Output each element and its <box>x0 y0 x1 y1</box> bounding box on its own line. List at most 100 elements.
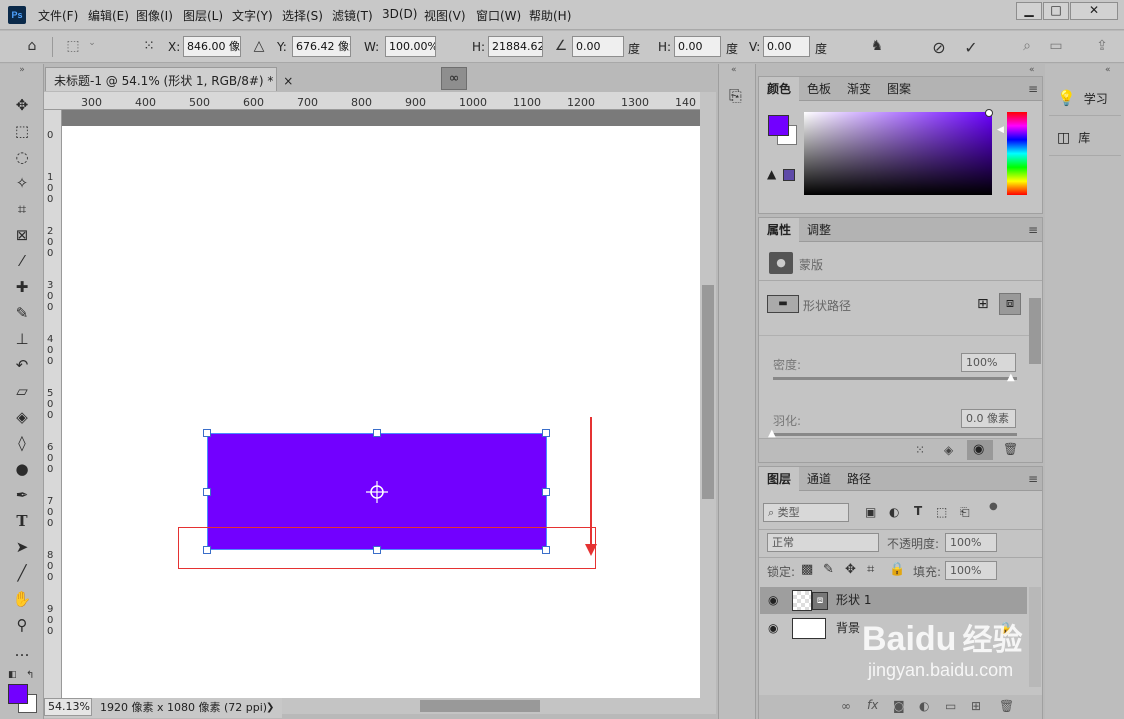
tab-properties[interactable]: 属性 <box>759 218 800 242</box>
learn-panel-button[interactable]: 💡 学习 <box>1049 80 1121 116</box>
default-colors-icon[interactable]: ◧ <box>8 670 17 680</box>
move-tool-icon[interactable]: ✥ <box>6 93 38 117</box>
eyedropper-tool-icon[interactable]: ⁄ <box>6 249 38 273</box>
transform-handle[interactable] <box>203 488 211 496</box>
tab-channels[interactable]: 通道 <box>799 467 839 491</box>
lasso-tool-icon[interactable]: ◌ <box>6 145 38 169</box>
menu-layer[interactable]: 图层(L) <box>183 7 223 24</box>
tab-patterns[interactable]: 图案 <box>879 77 919 101</box>
layer-filter-select[interactable]: ⌕ 类型 <box>763 503 849 522</box>
swap-colors-icon[interactable]: ↰ <box>26 670 34 681</box>
minimize-button[interactable]: ▁ <box>1016 2 1042 20</box>
blend-mode-select[interactable]: 正常 <box>767 533 879 552</box>
foreground-color-swatch[interactable] <box>768 115 789 136</box>
collapse-icon[interactable]: « <box>1105 65 1111 75</box>
menu-edit[interactable]: 编辑(E) <box>88 7 129 24</box>
eye-icon[interactable]: ◉ <box>768 615 778 642</box>
tab-swatches[interactable]: 色板 <box>799 77 839 101</box>
shape-path-icon[interactable]: ▬ <box>767 295 799 313</box>
panel-menu-icon[interactable]: ≡ <box>1028 472 1038 486</box>
delete-layer-icon[interactable]: 🗑 <box>999 699 1014 713</box>
menu-image[interactable]: 图像(I) <box>136 7 173 24</box>
collapse-icon[interactable]: » <box>6 64 38 76</box>
commit-transform-icon[interactable]: ✓ <box>960 38 982 57</box>
paint-bucket-tool-icon[interactable]: ◈ <box>6 405 38 429</box>
new-layer-icon[interactable]: ⊞ <box>971 699 981 713</box>
lock-transparent-icon[interactable]: ▩ <box>801 562 813 577</box>
menu-file[interactable]: 文件(F) <box>38 7 78 24</box>
link-layers-icon[interactable]: ∞ <box>841 699 851 713</box>
shape-filter-icon[interactable]: ⬚ <box>936 505 947 519</box>
color-field[interactable] <box>804 112 992 195</box>
share-icon[interactable]: ⇪ <box>1092 38 1112 54</box>
tab-layers[interactable]: 图层 <box>759 467 800 491</box>
reference-point-grid-icon[interactable]: ⁙ <box>138 38 160 54</box>
path-selection-tool-icon[interactable]: ➤ <box>6 535 38 559</box>
transform-handle[interactable] <box>203 429 211 437</box>
link-aspect-button[interactable]: ∞ <box>441 67 467 90</box>
density-input[interactable]: 100% <box>961 353 1016 372</box>
x-position-input[interactable]: 846.00 像素 <box>183 36 241 57</box>
trash-icon[interactable]: 🗑 <box>1003 442 1018 456</box>
pen-tool-icon[interactable]: ✒ <box>6 483 38 507</box>
line-tool-icon[interactable]: ╱ <box>6 561 38 585</box>
gamut-warning-icon[interactable]: ▲ <box>767 167 776 181</box>
lock-image-icon[interactable]: ✎ <box>823 562 834 577</box>
home-icon[interactable]: ⌂ <box>20 38 44 54</box>
smart-object-filter-icon[interactable]: ⎗ <box>960 505 970 520</box>
pixel-filter-icon[interactable]: ▣ <box>865 505 876 519</box>
delta-icon[interactable]: △ <box>250 38 268 54</box>
density-slider-handle[interactable]: ▲ <box>1007 372 1015 383</box>
document-tab[interactable]: 未标题-1 @ 54.1% (形状 1, RGB/8#) * × <box>45 67 293 91</box>
width-input[interactable]: 100.00% <box>385 36 436 57</box>
hand-tool-icon[interactable]: ✋ <box>6 587 38 611</box>
feather-slider[interactable] <box>773 433 1017 436</box>
transform-center-icon[interactable] <box>366 481 388 503</box>
close-button[interactable]: ✕ <box>1070 2 1118 20</box>
more-tools-icon[interactable]: … <box>6 639 38 663</box>
magic-wand-tool-icon[interactable]: ✧ <box>6 171 38 195</box>
fill-input[interactable]: 100% <box>945 561 997 580</box>
chevron-down-icon[interactable]: ⌄ <box>86 38 98 48</box>
hue-slider[interactable] <box>1007 112 1027 195</box>
collapse-icon[interactable]: « <box>731 65 737 75</box>
lock-all-icon[interactable]: 🔒 <box>889 562 905 577</box>
layers-scrollbar[interactable] <box>1029 587 1041 687</box>
workspace-icon[interactable]: ▭ <box>1046 38 1066 54</box>
filter-toggle-icon[interactable]: ● <box>989 501 998 512</box>
type-filter-icon[interactable]: T <box>914 504 922 518</box>
web-safe-color-swatch[interactable] <box>783 169 795 181</box>
history-panel-icon[interactable]: ⎘ <box>729 86 742 106</box>
vertical-scroll-thumb[interactable] <box>702 285 714 499</box>
add-mask-icon[interactable]: ◙ <box>893 699 905 713</box>
tab-color[interactable]: 颜色 <box>759 77 800 101</box>
document-canvas[interactable] <box>62 126 700 698</box>
search-icon[interactable]: ⌕ <box>1017 38 1037 54</box>
add-vector-mask-icon[interactable]: ⊞ <box>977 296 989 312</box>
mask-icon[interactable]: ● <box>769 252 793 274</box>
density-slider[interactable] <box>773 377 1017 380</box>
zoom-level-field[interactable]: 54.13% <box>44 698 92 716</box>
horizontal-scroll-thumb[interactable] <box>420 700 540 712</box>
vector-mask-icon[interactable]: ⧈ <box>999 293 1021 315</box>
history-brush-tool-icon[interactable]: ↶ <box>6 353 38 377</box>
menu-help[interactable]: 帮助(H) <box>529 7 571 24</box>
menu-type[interactable]: 文字(Y) <box>232 7 273 24</box>
menu-filter[interactable]: 滤镜(T) <box>332 7 373 24</box>
eye-icon[interactable]: ◉ <box>973 442 984 457</box>
eye-icon[interactable]: ◉ <box>768 587 778 614</box>
stamp-tool-icon[interactable]: ⊥ <box>6 327 38 351</box>
foreground-color-swatch[interactable] <box>8 684 28 704</box>
menu-view[interactable]: 视图(V) <box>424 7 466 24</box>
warp-icon[interactable]: ♞ <box>866 38 888 54</box>
dodge-tool-icon[interactable]: ● <box>6 457 38 481</box>
hskew-input[interactable]: 0.00 <box>674 36 721 57</box>
transform-handle[interactable] <box>542 488 550 496</box>
new-group-icon[interactable]: ▭ <box>945 699 956 713</box>
eraser-tool-icon[interactable]: ▱ <box>6 379 38 403</box>
y-position-input[interactable]: 676.42 像素 <box>292 36 351 57</box>
crop-tool-icon[interactable]: ⌗ <box>6 197 38 221</box>
adjustment-layer-icon[interactable]: ◐ <box>919 699 929 713</box>
layer-row-shape-1[interactable]: ◉ ⧈ 形状 1 <box>760 587 1027 614</box>
color-picker-cursor[interactable] <box>985 109 993 117</box>
